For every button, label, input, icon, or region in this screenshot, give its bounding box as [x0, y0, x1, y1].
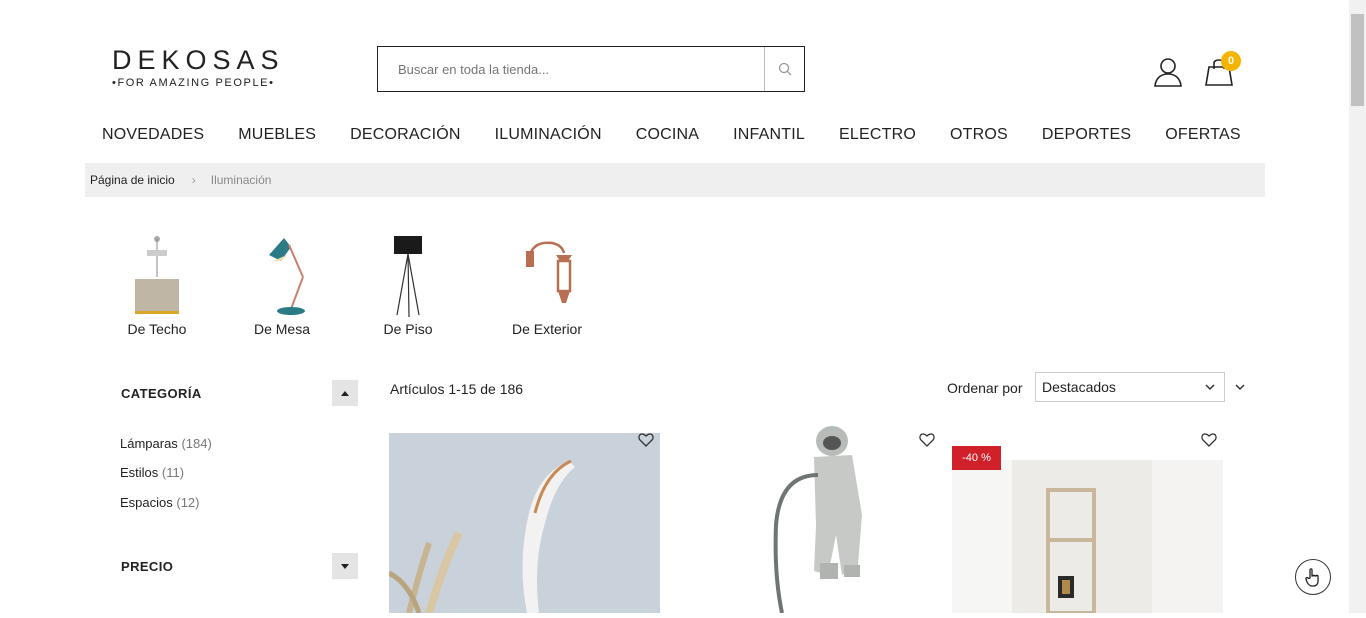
filter-price-title[interactable]: PRECIO — [121, 559, 173, 574]
subcategory-de-piso[interactable]: De Piso — [358, 233, 458, 343]
search-button[interactable] — [764, 47, 804, 91]
product-image — [773, 426, 862, 614]
nav-item-muebles[interactable]: MUEBLES — [238, 126, 316, 146]
hand-pointer-icon — [1305, 568, 1319, 587]
logo[interactable]: DEKOSAS •FOR AMAZING PEOPLE• — [112, 46, 292, 94]
wall-lantern-image — [526, 241, 572, 303]
subcategory-de-exterior[interactable]: De Exterior — [497, 233, 597, 343]
product-card[interactable] — [770, 425, 890, 614]
discount-badge: -40 % — [952, 446, 1001, 470]
wishlist-heart-icon[interactable] — [1201, 433, 1217, 447]
account-button[interactable] — [1152, 55, 1184, 87]
filter-price-expand-button[interactable] — [332, 553, 358, 579]
search-icon — [778, 62, 791, 76]
results-count: Artículos 1-15 de 186 — [390, 381, 524, 397]
filter-item-espacios[interactable]: Espacios (12) — [120, 495, 200, 510]
filter-category-collapse-button[interactable] — [332, 380, 358, 406]
product-image — [952, 460, 1223, 615]
subcategory-de-mesa[interactable]: De Mesa — [232, 233, 332, 343]
nav-item-novedades[interactable]: NOVEDADES — [102, 126, 204, 146]
filter-item-label: Lámparas — [120, 436, 178, 451]
wishlist-heart-icon[interactable] — [919, 433, 935, 447]
filter-item-lamparas[interactable]: Lámparas (184) — [120, 436, 212, 451]
sort-label: Ordenar por — [947, 380, 1023, 396]
filter-item-count: (184) — [181, 436, 212, 451]
sort-select[interactable]: Destacados — [1035, 372, 1225, 402]
filter-category-title[interactable]: CATEGORÍA — [121, 386, 202, 401]
breadcrumb-current: Iluminación — [210, 173, 272, 187]
product-card[interactable] — [952, 460, 1223, 615]
caret-down-icon — [341, 563, 349, 569]
desk-lamp-image — [269, 238, 305, 315]
subcategory-label: De Techo — [127, 321, 187, 337]
floor-lamp-image — [394, 236, 422, 317]
caret-up-icon — [341, 390, 349, 396]
filter-item-count: (12) — [176, 495, 200, 510]
chevron-down-icon — [1205, 384, 1215, 391]
breadcrumb-separator: › — [191, 173, 196, 187]
nav-item-cocina[interactable]: COCINA — [636, 126, 699, 146]
subcategory-label: De Mesa — [253, 321, 311, 337]
product-card[interactable] — [387, 433, 660, 615]
nav-item-deportes[interactable]: DEPORTES — [1042, 126, 1131, 146]
nav-item-otros[interactable]: OTROS — [950, 126, 1008, 146]
breadcrumb-home-link[interactable]: Página de inicio — [90, 173, 175, 187]
nav-item-decoracion[interactable]: DECORACIÓN — [350, 126, 460, 146]
filter-item-estilos[interactable]: Estilos (11) — [120, 465, 184, 480]
search-input[interactable] — [378, 47, 766, 91]
subcategory-de-techo[interactable]: De Techo — [107, 233, 207, 343]
filter-item-label: Estilos — [120, 465, 159, 480]
filter-item-count: (11) — [161, 465, 185, 480]
scrollbar-thumb[interactable] — [1351, 14, 1364, 106]
subcategory-label: De Piso — [383, 321, 433, 337]
sort-selected-value: Destacados — [1042, 379, 1116, 395]
subcategory-label: De Exterior — [511, 321, 583, 337]
ceiling-lamp-image — [135, 236, 179, 314]
logo-word: DEKOSAS — [112, 45, 285, 75]
nav-item-infantil[interactable]: INFANTIL — [733, 126, 805, 146]
main-nav: NOVEDADES MUEBLES DECORACIÓN ILUMINACIÓN… — [102, 126, 1275, 146]
search-box — [377, 46, 805, 92]
product-image — [387, 433, 660, 615]
filter-item-label: Espacios — [120, 495, 173, 510]
nav-item-iluminacion[interactable]: ILUMINACIÓN — [495, 126, 602, 146]
wishlist-heart-icon[interactable] — [638, 433, 654, 447]
breadcrumb: Página de inicio › Iluminación — [85, 163, 1265, 197]
cart-count-badge: 0 — [1221, 51, 1241, 71]
accessibility-button[interactable] — [1295, 559, 1331, 595]
nav-item-ofertas[interactable]: OFERTAS — [1165, 126, 1241, 146]
logo-tagline: •FOR AMAZING PEOPLE• — [112, 77, 275, 89]
nav-item-electro[interactable]: ELECTRO — [839, 126, 916, 146]
user-icon — [1154, 58, 1182, 87]
sort-direction-icon[interactable] — [1234, 382, 1246, 392]
